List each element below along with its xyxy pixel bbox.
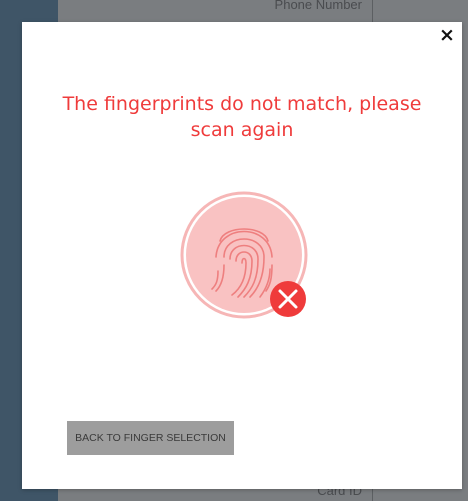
background-field-label-phone: Phone Number [274, 0, 362, 12]
close-icon[interactable]: × [438, 26, 456, 45]
fingerprint-mismatch-dialog: × The fingerprints do not match, please … [22, 22, 462, 489]
error-message: The fingerprints do not match, please sc… [62, 93, 422, 141]
back-to-finger-selection-button[interactable]: BACK TO FINGER SELECTION [67, 421, 234, 455]
fingerprint-status-graphic [180, 191, 308, 319]
